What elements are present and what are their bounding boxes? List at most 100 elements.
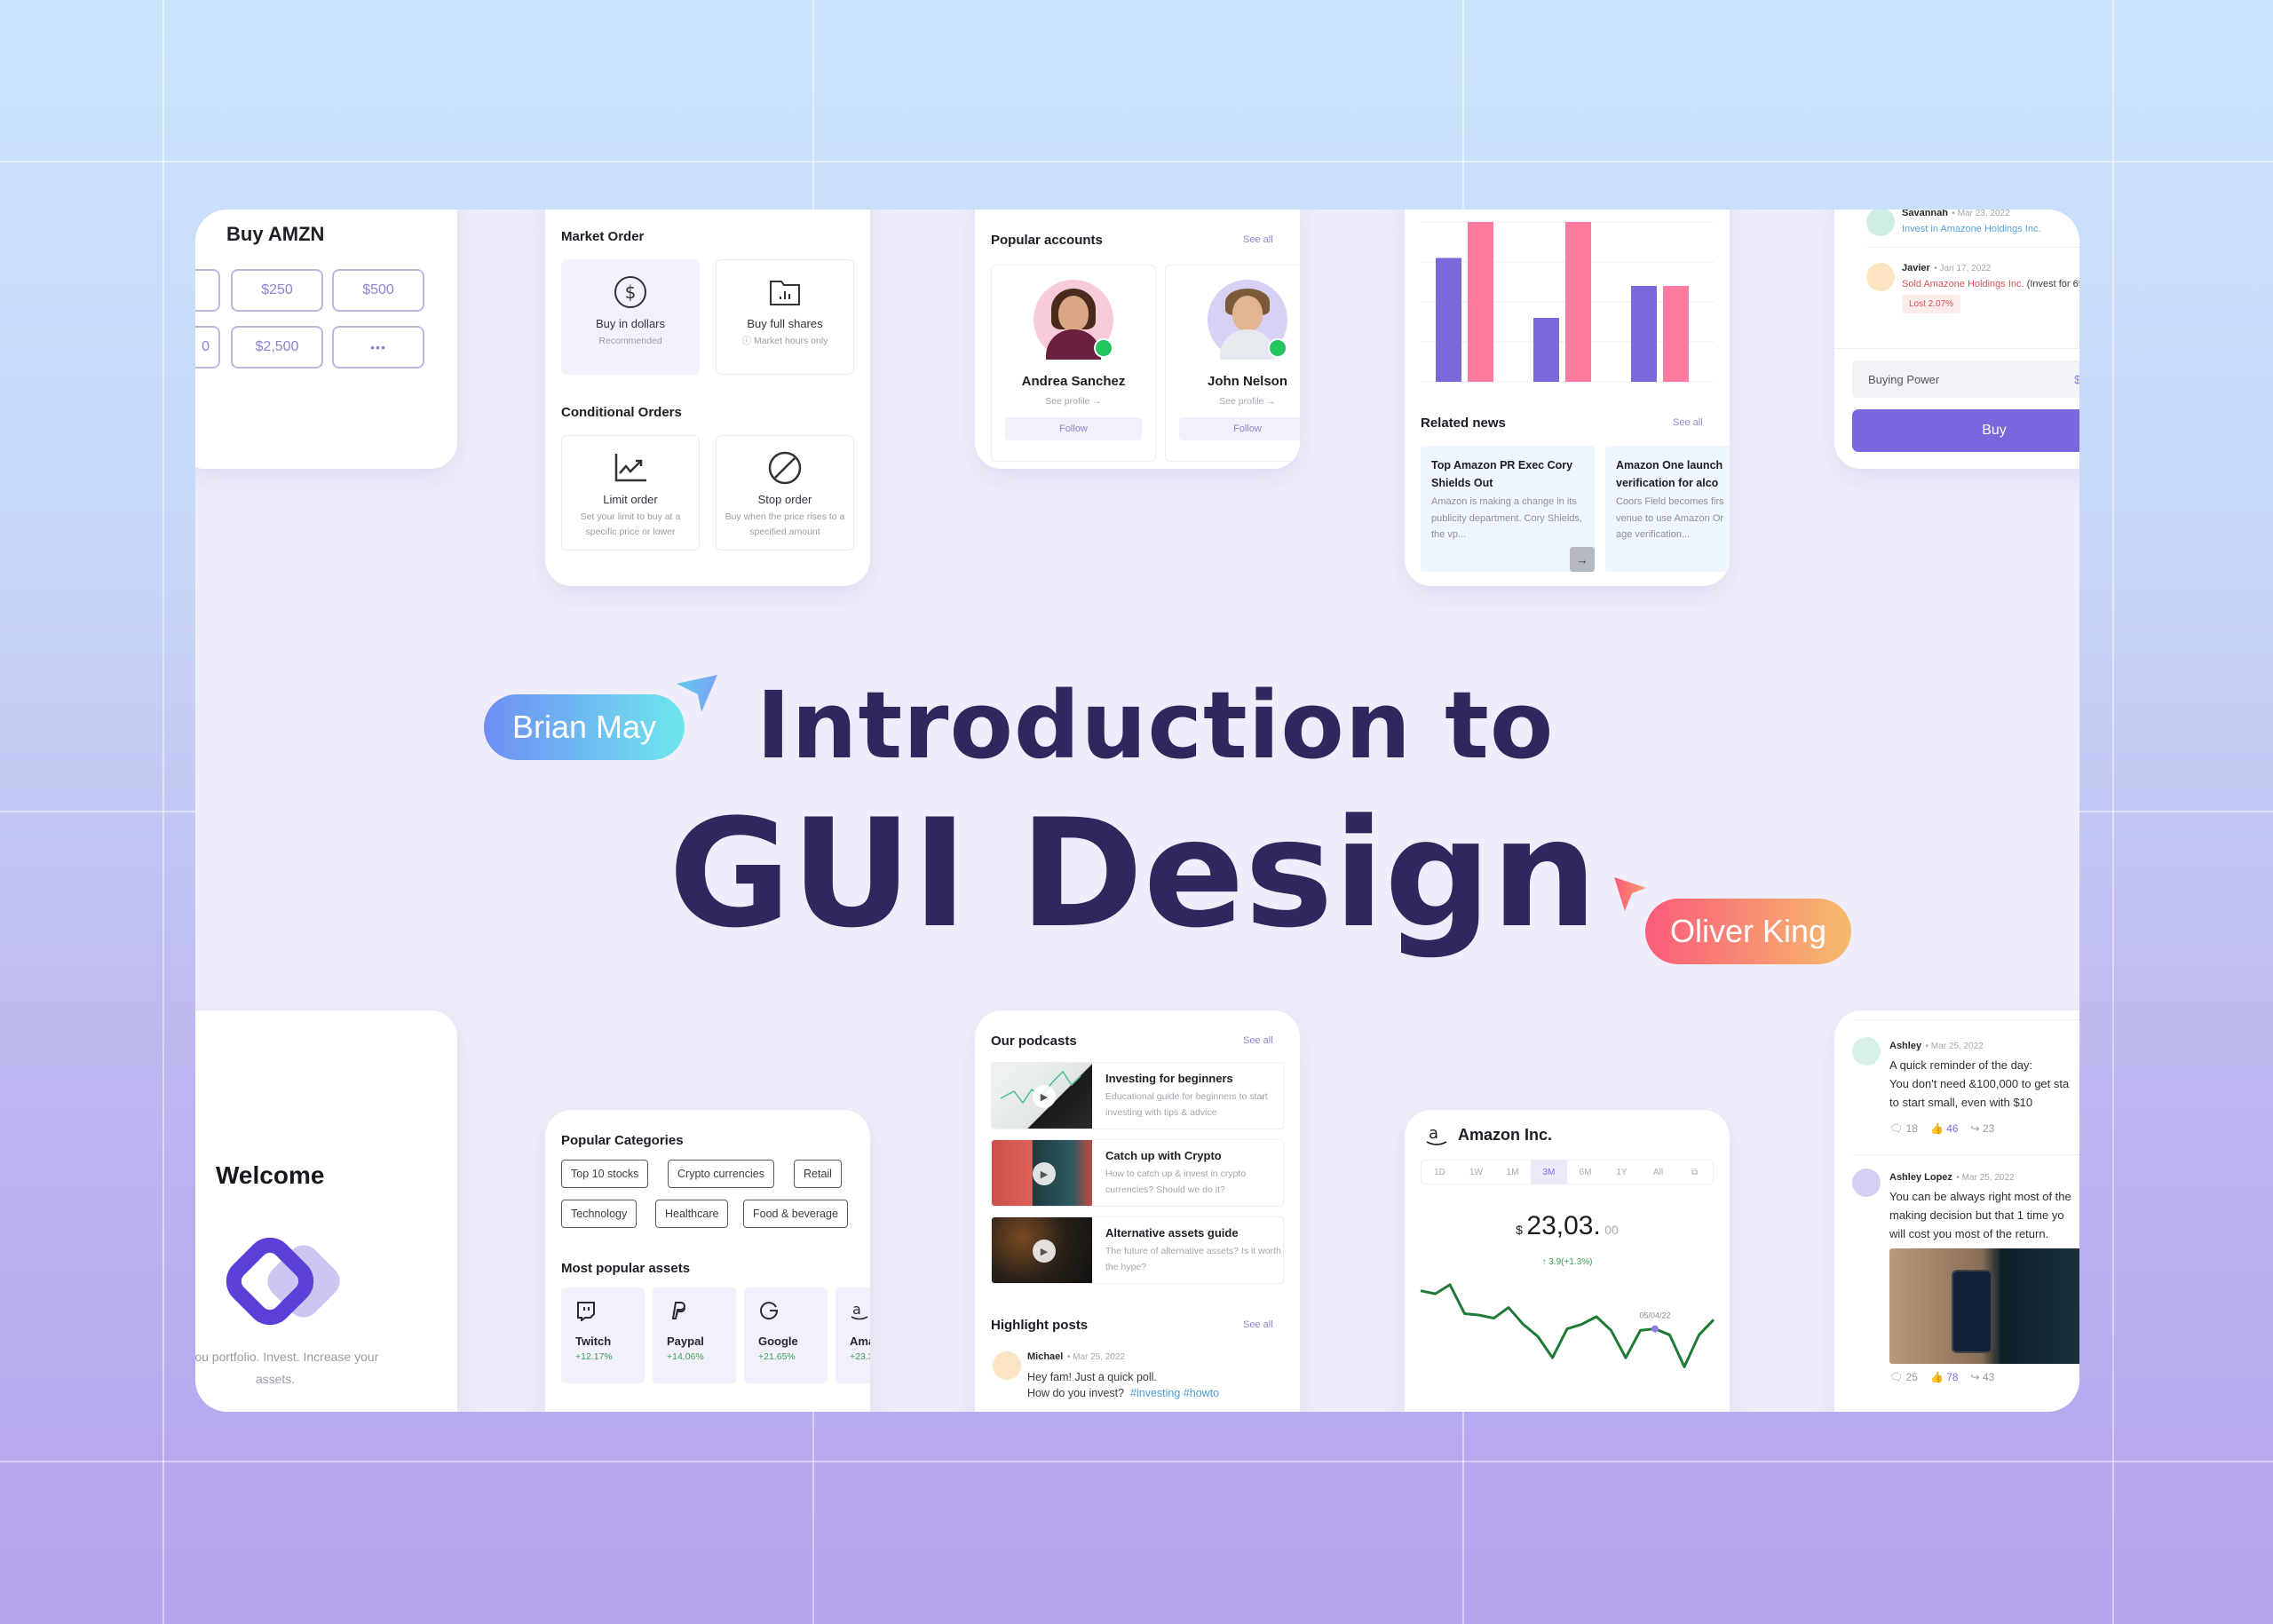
category-chip[interactable]: Healthcare <box>655 1200 729 1228</box>
highlight-posts-title: Highlight posts <box>991 1318 1089 1333</box>
see-profile-link[interactable]: See profile → <box>1166 396 1300 407</box>
account-card[interactable]: Andrea Sanchez See profile → Follow <box>991 265 1156 462</box>
timeframe-1d[interactable]: 1D <box>1422 1161 1458 1184</box>
cursor-label-brian: Brian May <box>484 694 685 760</box>
comment-count[interactable]: 🗨 25 <box>1889 1371 1918 1383</box>
asset-card[interactable]: a Ama +23.3 <box>836 1287 870 1383</box>
see-all-link[interactable]: See all <box>1243 1319 1273 1330</box>
account-card[interactable]: John Nelson See profile → Follow <box>1165 265 1300 462</box>
news-item[interactable]: Amazon One launch verification for alco … <box>1605 446 1730 572</box>
see-all-link[interactable]: See all <box>1243 234 1273 245</box>
activity-text[interactable]: Sold Amazone Holdings Inc. <box>1902 279 2024 289</box>
amazon-icon: a <box>850 1300 870 1326</box>
asset-card[interactable]: Twitch +12.17% <box>561 1287 645 1383</box>
podcast-title: Catch up with Crypto <box>1105 1149 1222 1162</box>
divider <box>1866 247 2079 248</box>
buy-button[interactable]: Buy <box>1852 409 2079 452</box>
comment-count-value: 25 <box>1905 1371 1918 1384</box>
follow-button[interactable]: Follow <box>1179 417 1300 440</box>
price-marker[interactable] <box>1651 1325 1659 1333</box>
cursor-arrow-icon <box>675 673 721 722</box>
option-sub: ⓘ Market hours only <box>741 336 828 346</box>
play-icon[interactable]: ▶ <box>1033 1162 1056 1185</box>
loss-badge: Lost 2.07% <box>1902 295 1961 313</box>
buy-full-shares-option[interactable]: Buy full shares ⓘ Market hours only <box>716 259 854 375</box>
twitch-icon <box>575 1300 645 1326</box>
bar-A-series-2 <box>1468 222 1493 382</box>
buy-in-dollars-option[interactable]: $ Buy in dollars Recommended <box>561 259 700 375</box>
avatar <box>1866 263 1895 291</box>
stop-order-option[interactable]: Stop order Buy when the price rises to a… <box>716 435 854 551</box>
avatar <box>1852 1168 1881 1197</box>
timeframe-3m[interactable]: 3M <box>1531 1161 1567 1184</box>
price-currency: $ <box>1516 1223 1523 1237</box>
online-status-dot <box>1268 338 1287 358</box>
category-chip[interactable]: Retail <box>794 1160 842 1188</box>
google-icon <box>758 1300 828 1326</box>
more-amounts-button[interactable]: ••• <box>332 326 424 368</box>
podcast-item[interactable]: ▶ Investing for beginners Educational gu… <box>991 1062 1284 1129</box>
external-link-icon[interactable]: ⧉ <box>1676 1161 1713 1184</box>
timeframe-1m[interactable]: 1M <box>1494 1161 1531 1184</box>
post-image[interactable] <box>1889 1248 2079 1365</box>
market-order-card: Market Order $ Buy in dollars Recommende… <box>545 210 870 586</box>
buy-amzn-title: Buy AMZN <box>226 223 325 245</box>
podcasts-card: Our podcasts See all ▶ Investing for beg… <box>975 1010 1300 1412</box>
play-icon[interactable]: ▶ <box>1033 1085 1056 1108</box>
podcast-item[interactable]: ▶ Alternative assets guide The future of… <box>991 1216 1284 1284</box>
post-hashtags[interactable]: #investing #howto <box>1130 1387 1219 1399</box>
see-profile-link[interactable]: See profile → <box>992 396 1155 407</box>
divider <box>1852 1154 2079 1155</box>
grid-line <box>0 1461 2273 1462</box>
like-count[interactable]: 👍 78 <box>1930 1371 1959 1383</box>
timeframe-6m[interactable]: 6M <box>1567 1161 1604 1184</box>
timeframe-1y[interactable]: 1Y <box>1604 1161 1640 1184</box>
welcome-card: Welcome ke you portfolio. Invest. Increa… <box>195 1010 457 1412</box>
post-line: Hey fam! Just a quick poll. <box>1027 1371 1157 1383</box>
post-line: You don't need &100,000 to get sta <box>1889 1076 2070 1090</box>
asset-change: +21.65% <box>758 1351 796 1362</box>
category-chip[interactable]: Food & beverage <box>743 1200 848 1228</box>
stock-price: $ 23,03. 00 <box>1405 1211 1730 1241</box>
price-line-chart: 05/04/22 <box>1420 1283 1715 1368</box>
share-count[interactable]: ↪ 23 <box>1971 1122 1995 1135</box>
timeframe-1w[interactable]: 1W <box>1458 1161 1494 1184</box>
slide-frame: Buy AMZN $250 $500 0 $2,500 ••• Market O… <box>195 210 2079 1412</box>
avatar <box>1034 280 1113 360</box>
like-count[interactable]: 👍 46 <box>1930 1122 1959 1135</box>
asset-card[interactable]: Google +21.65% <box>744 1287 828 1383</box>
timeframe-all[interactable]: All <box>1640 1161 1676 1184</box>
option-sub: Set your limit to buy at a specific pric… <box>580 511 681 537</box>
trend-up-icon <box>562 450 699 486</box>
podcast-thumbnail: ▶ <box>992 1140 1092 1206</box>
see-all-link[interactable]: See all <box>1673 417 1703 428</box>
amount-button-250[interactable]: $250 <box>231 269 323 312</box>
podcast-item[interactable]: ▶ Catch up with Crypto How to catch up &… <box>991 1139 1284 1207</box>
price-main: 23,03. <box>1526 1211 1601 1240</box>
headline-line1-text: Introduction to <box>756 671 1555 780</box>
activity-text-suffix: (Invest for 65 <box>2024 279 2079 289</box>
amount-button[interactable]: 0 <box>195 326 220 368</box>
cursor-arrow-icon <box>1611 874 1650 919</box>
limit-order-option[interactable]: Limit order Set your limit to buy at a s… <box>561 435 700 551</box>
arrow-right-icon[interactable]: → <box>1570 547 1595 572</box>
price-line <box>1420 1283 1715 1368</box>
share-count[interactable]: ↪ 43 <box>1971 1371 1995 1383</box>
play-icon[interactable]: ▶ <box>1033 1240 1056 1263</box>
news-item[interactable]: Top Amazon PR Exec Cory Shields Out Amaz… <box>1421 446 1595 572</box>
asset-card[interactable]: Paypal +14.06% <box>653 1287 736 1383</box>
comment-count[interactable]: 🗨 18 <box>1889 1122 1918 1135</box>
amount-button-2500[interactable]: $2,500 <box>231 326 323 368</box>
category-chip[interactable]: Crypto currencies <box>668 1160 774 1188</box>
category-chip[interactable]: Top 10 stocks <box>561 1160 649 1188</box>
activity-text[interactable]: Invest in Amazone Holdings Inc. <box>1902 224 2041 234</box>
amount-button[interactable] <box>195 269 220 312</box>
amount-button-500[interactable]: $500 <box>332 269 424 312</box>
podcast-desc: The future of alternative assets? Is it … <box>1105 1246 1281 1272</box>
news-headline: Top Amazon PR Exec Cory Shields Out <box>1431 459 1573 489</box>
see-all-link[interactable]: See all <box>1243 1035 1273 1046</box>
follow-button[interactable]: Follow <box>1005 417 1142 440</box>
app-logo <box>224 1237 348 1330</box>
bar-B-series-2 <box>1565 222 1591 382</box>
category-chip[interactable]: Technology <box>561 1200 638 1228</box>
